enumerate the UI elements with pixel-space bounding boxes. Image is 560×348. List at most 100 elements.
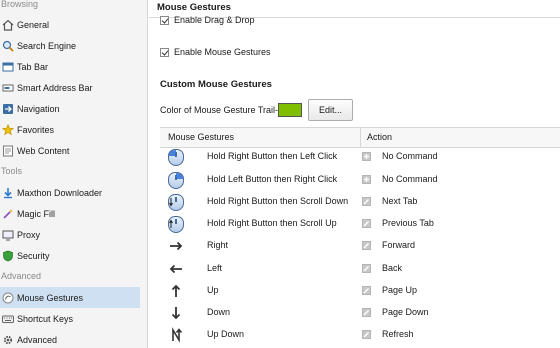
edit-icon xyxy=(362,330,371,339)
table-row[interactable]: Hold Right Button then Scroll Down Next … xyxy=(160,191,560,213)
sidebar-item-favorites[interactable]: Favorites xyxy=(0,119,147,140)
web-content-icon xyxy=(2,145,14,157)
sidebar-item-magic-fill[interactable]: Magic Fill xyxy=(0,203,147,224)
gesture-name: Up Down xyxy=(207,329,245,339)
section-tools: Tools xyxy=(1,166,23,176)
checkbox-label: Enable Drag & Drop xyxy=(174,15,255,25)
trail-color-swatch xyxy=(278,103,303,117)
sidebar-item-shortcut-keys[interactable]: Shortcut Keys xyxy=(0,308,147,329)
gesture-name: Hold Left Button then Right Click xyxy=(207,174,338,184)
enable-drag-drop-checkbox[interactable]: Enable Drag & Drop xyxy=(160,15,255,25)
magic-wand-icon xyxy=(2,208,14,220)
edit-icon xyxy=(362,241,371,250)
gesture-name: Down xyxy=(207,307,231,317)
mouse-icon xyxy=(2,292,14,304)
sidebar-item-proxy[interactable]: Proxy xyxy=(0,224,147,245)
sidebar-item-search-engine[interactable]: Search Engine xyxy=(0,35,147,56)
sidebar-item-label: Search Engine xyxy=(17,40,77,51)
mouse-scroll-up-icon xyxy=(167,215,185,233)
arrow-up-down-icon xyxy=(167,326,185,344)
gesture-name: Hold Right Button then Scroll Down xyxy=(207,196,349,206)
section-advanced: Advanced xyxy=(1,271,42,281)
edit-button[interactable]: Edit... xyxy=(308,99,354,121)
plus-icon xyxy=(362,152,371,161)
table-row[interactable]: Down Page Down xyxy=(160,302,560,324)
edit-icon xyxy=(362,197,371,206)
mouse-gestures-panel: Mouse Gestures Enable Drag & Drop Enable… xyxy=(149,0,560,348)
address-bar-icon xyxy=(2,82,14,94)
table-row[interactable]: Up Page Up xyxy=(160,280,560,302)
sidebar-item-navigation[interactable]: Navigation xyxy=(0,98,147,119)
gesture-action: Forward xyxy=(382,240,416,250)
sidebar-item-label: Smart Address Bar xyxy=(17,82,93,93)
table-row[interactable]: Left Back xyxy=(160,258,560,280)
download-icon xyxy=(2,187,14,199)
sidebar-item-label: Shortcut Keys xyxy=(17,313,74,324)
sidebar-item-label: Maxthon Downloader xyxy=(17,187,103,198)
sidebar-item-label: Favorites xyxy=(17,124,55,135)
checkbox-label: Enable Mouse Gestures xyxy=(174,47,271,57)
sidebar-item-web-content[interactable]: Web Content xyxy=(0,140,147,161)
edit-icon xyxy=(362,219,371,228)
keyboard-icon xyxy=(2,313,14,325)
shield-icon xyxy=(2,250,14,262)
checkbox-checked[interactable] xyxy=(160,47,169,57)
arrow-right-icon xyxy=(167,237,185,255)
plus-icon xyxy=(362,175,371,184)
sidebar-item-label: General xyxy=(17,19,50,30)
mouse-right-icon xyxy=(167,171,185,189)
gesture-name: Right xyxy=(207,240,229,250)
section-browsing: Browsing xyxy=(1,0,39,9)
sidebar-item-general[interactable]: General xyxy=(0,14,147,35)
gesture-name: Left xyxy=(207,263,223,273)
sidebar-item-smart-address-bar[interactable]: Smart Address Bar xyxy=(0,77,147,98)
edit-icon xyxy=(362,308,371,317)
sidebar-item-label: Proxy xyxy=(17,229,41,240)
sidebar-item-label: Web Content xyxy=(17,145,70,156)
edit-icon xyxy=(362,286,371,295)
table-row[interactable]: Hold Right Button then Scroll Up Previou… xyxy=(160,213,560,235)
table-row[interactable]: Right Forward xyxy=(160,235,560,257)
magnifier-icon xyxy=(2,40,14,52)
gesture-action: Page Down xyxy=(382,307,429,317)
arrow-up-icon xyxy=(167,282,185,300)
gear-icon xyxy=(2,334,14,346)
mouse-left-icon xyxy=(167,148,185,166)
sidebar-item-label: Navigation xyxy=(17,103,60,114)
sidebar-item-tab-bar[interactable]: Tab Bar xyxy=(0,56,147,77)
column-header-action[interactable]: Action xyxy=(361,128,392,147)
trail-color-row: Color of Mouse Gesture Trail- Edit... xyxy=(160,99,354,121)
sidebar-item-label: Advanced xyxy=(17,334,58,345)
sidebar-item-security[interactable]: Security xyxy=(0,245,147,266)
gestures-table: Mouse Gestures Action Hold Right Button … xyxy=(160,127,560,343)
table-row[interactable]: Up Down Refresh xyxy=(160,324,560,346)
checkbox-checked[interactable] xyxy=(160,15,169,25)
gesture-action: Page Up xyxy=(382,285,418,295)
tab-bar-icon xyxy=(2,61,14,73)
arrow-left-icon xyxy=(167,260,185,278)
sidebar-item-maxthon-downloader[interactable]: Maxthon Downloader xyxy=(0,182,147,203)
settings-sidebar: Browsing General Search Engine Tab Bar S… xyxy=(0,0,148,348)
enable-mouse-gestures-checkbox[interactable]: Enable Mouse Gestures xyxy=(160,47,271,57)
gesture-name: Hold Right Button then Left Click xyxy=(207,151,338,161)
sidebar-item-label: Tab Bar xyxy=(17,61,49,72)
gesture-action: Next Tab xyxy=(382,196,418,206)
sidebar-item-label: Magic Fill xyxy=(17,208,56,219)
table-row[interactable]: Hold Right Button then Left Click No Com… xyxy=(160,146,560,168)
mouse-scroll-down-icon xyxy=(167,193,185,211)
star-icon xyxy=(2,123,14,136)
sidebar-item-advanced[interactable]: Advanced xyxy=(0,329,147,348)
gesture-name: Hold Right Button then Scroll Up xyxy=(207,218,337,228)
column-header-gestures[interactable]: Mouse Gestures xyxy=(160,128,361,147)
proxy-icon xyxy=(2,229,14,241)
gesture-name: Up xyxy=(207,285,219,295)
sidebar-item-mouse-gestures[interactable]: Mouse Gestures xyxy=(0,287,140,308)
gesture-action: Refresh xyxy=(382,329,414,339)
trail-color-label: Color of Mouse Gesture Trail- xyxy=(160,105,279,115)
table-header: Mouse Gestures Action xyxy=(160,127,560,148)
gesture-action: Previous Tab xyxy=(382,218,434,228)
arrow-down-icon xyxy=(167,304,185,322)
gesture-action: No Command xyxy=(382,174,438,184)
gesture-action: Back xyxy=(382,263,403,273)
table-row[interactable]: Hold Left Button then Right Click No Com… xyxy=(160,169,560,191)
